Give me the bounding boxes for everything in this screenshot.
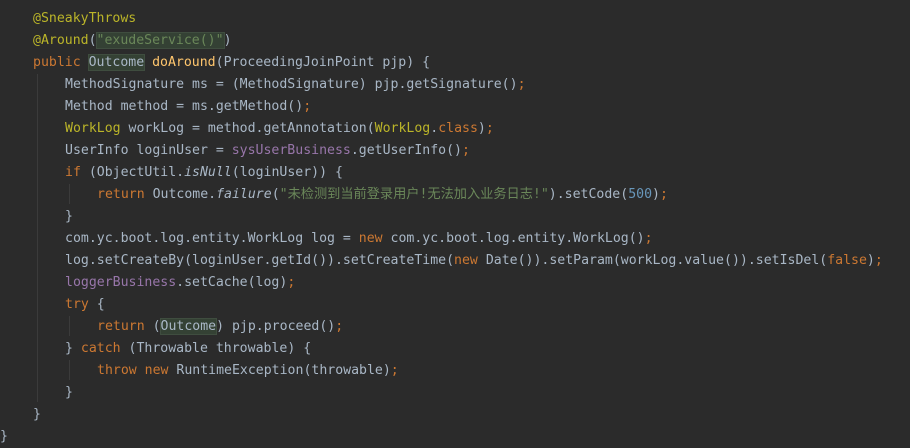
code-token: 500 (628, 187, 653, 202)
code-line[interactable]: if (ObjectUtil.isNull(loginUser)) { (65, 162, 343, 184)
code-token: (ObjectUtil. (88, 165, 185, 180)
code-token: .getUserInfo() (350, 143, 462, 158)
code-line[interactable]: } (33, 404, 41, 426)
code-token: UserInfo loginUser = (65, 143, 232, 158)
code-token: ; (517, 77, 526, 92)
code-token: Date()).setParam(workLog.value()).setIsD… (485, 253, 828, 268)
code-token: return (97, 319, 153, 334)
code-line[interactable]: } (0, 426, 8, 448)
code-token: } (33, 407, 41, 422)
code-token: Method method = ms.getMethod() (65, 99, 304, 114)
indent-guide (37, 74, 38, 402)
code-token: Outcome (87, 54, 146, 71)
code-token: . (430, 121, 439, 136)
code-line[interactable]: WorkLog workLog = method.getAnnotation(W… (65, 118, 494, 140)
code-token: } (0, 429, 8, 444)
code-line[interactable]: loggerBusiness.setCache(log); (65, 272, 295, 294)
code-line[interactable]: @Around("exudeService()") (33, 30, 232, 52)
code-token: return (97, 187, 153, 202)
indent-guide (69, 184, 70, 204)
code-token: ; (659, 187, 668, 202)
code-line[interactable]: com.yc.boot.log.entity.WorkLog log = new… (65, 228, 653, 250)
indent-guide (69, 360, 70, 380)
code-token: public (33, 55, 89, 70)
code-token: } (65, 385, 73, 400)
code-token: MethodSignature ms = (MethodSignature) p… (65, 77, 518, 92)
code-token: "未检测到当前登录用户!无法加入业务日志!" (279, 187, 549, 202)
code-token: workLog = method.getAnnotation( (120, 121, 375, 136)
code-token: isNull (184, 165, 232, 180)
code-token: } (65, 209, 73, 224)
code-token: @Around (33, 33, 89, 48)
code-token: ; (390, 363, 399, 378)
code-token: (loginUser)) { (231, 165, 343, 180)
code-token: } (65, 341, 81, 356)
code-token: "exudeService()" (95, 32, 225, 49)
code-token: { (96, 297, 105, 312)
code-token: sysUserBusiness (231, 143, 351, 158)
code-token: (Throwable throwable) { (128, 341, 312, 356)
code-token: ; (303, 99, 312, 114)
code-token: com.yc.boot.log.entity.WorkLog() (390, 231, 645, 246)
code-token: ) (866, 253, 875, 268)
code-token: ( (152, 319, 161, 334)
code-token: catch (80, 341, 129, 356)
code-token: ; (461, 143, 470, 158)
code-token: Outcome. (152, 187, 217, 202)
code-token: WorkLog (374, 121, 431, 136)
code-token: (ProceedingJoinPoint pjp) { (215, 55, 431, 70)
code-line[interactable]: return (Outcome) pjp.proceed(); (97, 316, 343, 338)
code-line[interactable]: Method method = ms.getMethod(); (65, 96, 311, 118)
code-token: ; (485, 121, 494, 136)
code-token: @SneakyThrows (33, 11, 137, 26)
code-token: ( (88, 33, 97, 48)
code-token: ( (271, 187, 280, 202)
code-token: new (454, 253, 486, 268)
code-line[interactable]: log.setCreateBy(loginUser.getId()).setCr… (65, 250, 883, 272)
code-token: ).setCode( (548, 187, 629, 202)
code-token: loggerBusiness (65, 275, 177, 290)
code-line[interactable]: return Outcome.failure("未检测到当前登录用户!无法加入业… (97, 184, 668, 206)
code-token: doAround (152, 55, 216, 70)
code-editor[interactable]: @SneakyThrows @Around("exudeService()") pu… (0, 0, 910, 446)
code-token: Outcome (159, 318, 218, 335)
code-token: RuntimeException(throwable) (176, 363, 391, 378)
code-line[interactable]: throw new RuntimeException(throwable); (97, 360, 399, 382)
code-token: .setCache(log) (176, 275, 288, 290)
code-token: WorkLog (65, 121, 121, 136)
code-token: ; (287, 275, 296, 290)
code-token: ) (477, 121, 486, 136)
code-token: class (438, 121, 478, 136)
code-line[interactable]: } catch (Throwable throwable) { (65, 338, 311, 360)
code-line[interactable]: public Outcome doAround(ProceedingJoinPo… (33, 52, 430, 74)
code-line[interactable]: MethodSignature ms = (MethodSignature) p… (65, 74, 526, 96)
code-token: ) (223, 33, 232, 48)
code-line[interactable]: } (65, 206, 73, 228)
code-token: ) (652, 187, 660, 202)
code-token: ; (644, 231, 653, 246)
code-token: if (65, 165, 89, 180)
indent-guide (69, 316, 70, 336)
code-token: new (358, 231, 391, 246)
code-line[interactable]: } (65, 382, 73, 404)
code-token: ; (335, 319, 344, 334)
code-line[interactable]: @SneakyThrows (33, 8, 136, 30)
code-token: log.setCreateBy(loginUser.getId()).setCr… (65, 253, 455, 268)
code-token: com.yc.boot.log.entity.WorkLog log = (65, 231, 359, 246)
code-line[interactable]: UserInfo loginUser = sysUserBusiness.get… (65, 140, 470, 162)
code-token: ) pjp.proceed() (216, 319, 336, 334)
code-token: false (827, 253, 867, 268)
code-token: failure (216, 187, 272, 202)
code-token: ; (874, 253, 883, 268)
code-line[interactable]: try { (65, 294, 105, 316)
code-token: throw new (97, 363, 177, 378)
code-token: try (65, 297, 97, 312)
